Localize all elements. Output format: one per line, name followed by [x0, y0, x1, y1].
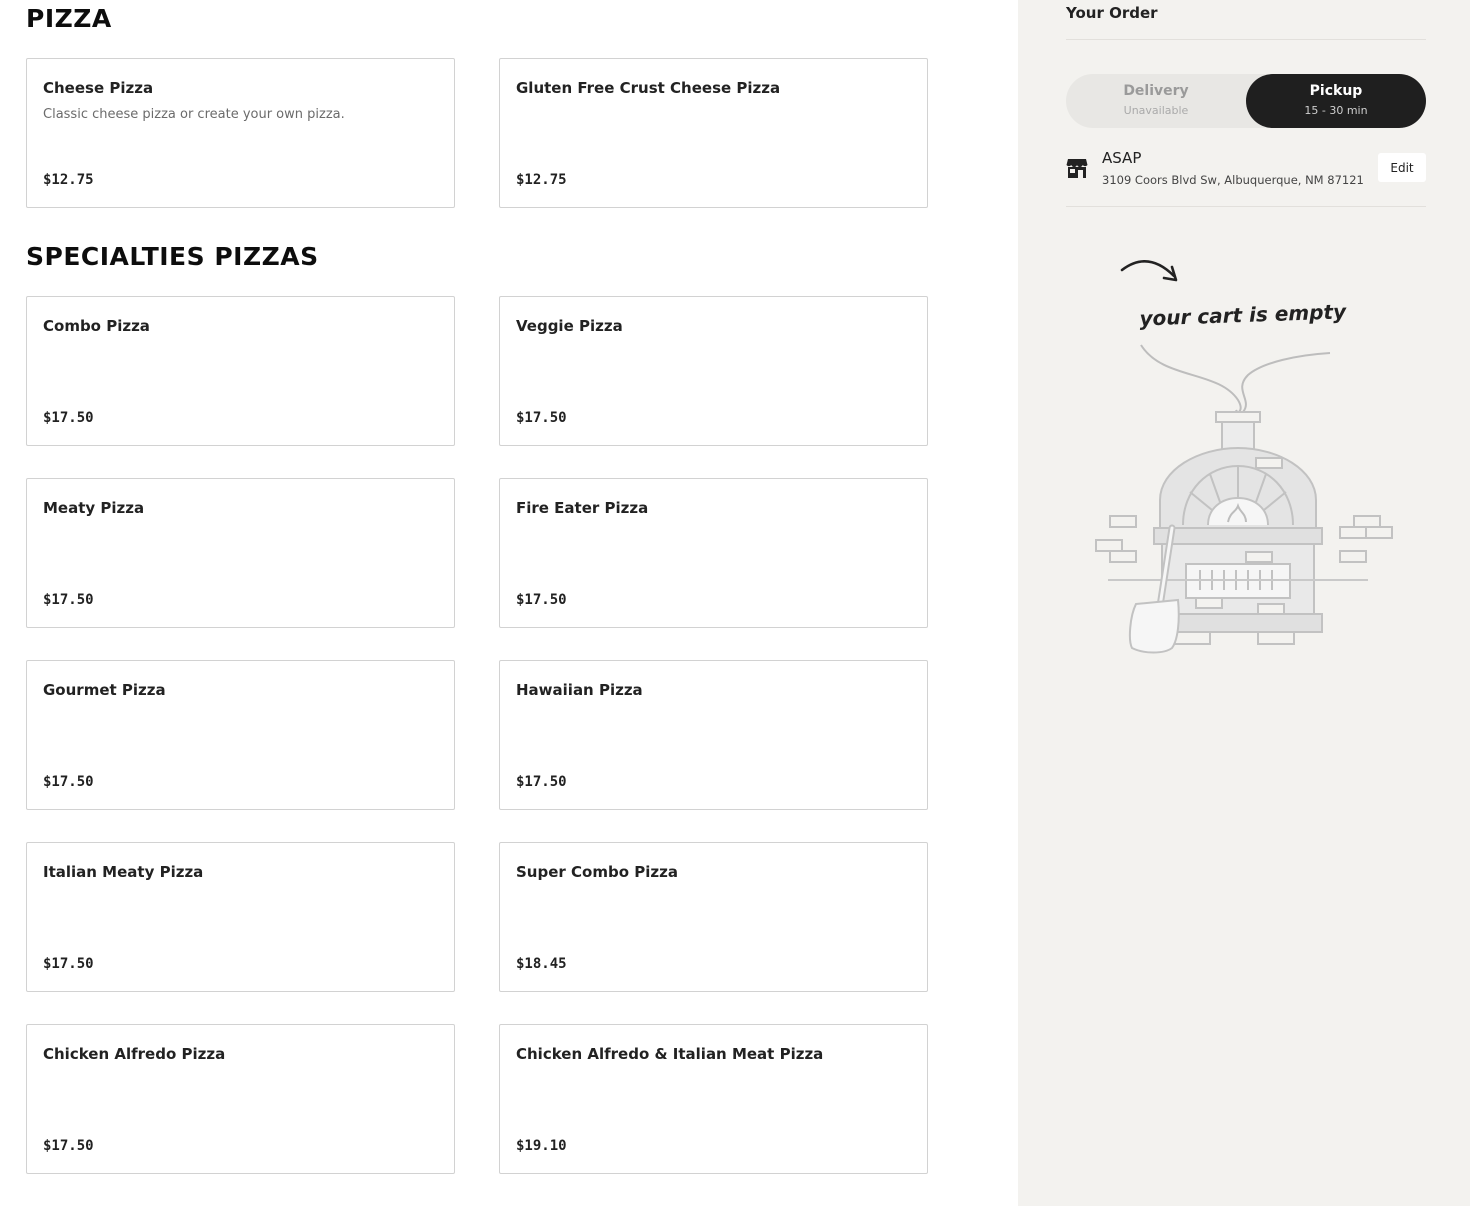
- menu-item-card[interactable]: Meaty Pizza $17.50: [26, 478, 455, 628]
- menu-list: PIZZA Cheese Pizza Classic cheese pizza …: [0, 0, 1018, 1206]
- menu-item-card[interactable]: Cheese Pizza Classic cheese pizza or cre…: [26, 58, 455, 208]
- item-price: $17.50: [516, 592, 567, 608]
- pickup-time-label: ASAP: [1102, 149, 1142, 167]
- item-price: $17.50: [516, 410, 567, 426]
- item-price: $12.75: [43, 172, 94, 188]
- order-title: Your Order: [1066, 4, 1158, 22]
- menu-item-card[interactable]: Chicken Alfredo Pizza $17.50: [26, 1024, 455, 1174]
- section-title-specialties: SPECIALTIES PIZZAS: [26, 242, 319, 271]
- menu-item-card[interactable]: Italian Meaty Pizza $17.50: [26, 842, 455, 992]
- item-price: $17.50: [43, 1138, 94, 1154]
- item-name: Combo Pizza: [43, 317, 150, 335]
- delivery-status: Unavailable: [1123, 104, 1189, 117]
- menu-item-card[interactable]: Combo Pizza $17.50: [26, 296, 455, 446]
- menu-item-card[interactable]: Gluten Free Crust Cheese Pizza $12.75: [499, 58, 928, 208]
- item-price: $17.50: [43, 592, 94, 608]
- delivery-label: Delivery: [1123, 83, 1189, 99]
- pizza-oven-illustration: your cart is empty: [1095, 260, 1393, 654]
- empty-cart-message: your cart is empty: [1139, 299, 1347, 330]
- item-price: $18.45: [516, 956, 567, 972]
- item-price: $17.50: [43, 410, 94, 426]
- menu-item-card[interactable]: Chicken Alfredo & Italian Meat Pizza $19…: [499, 1024, 928, 1174]
- item-name: Meaty Pizza: [43, 499, 145, 517]
- fulfillment-toggle: Delivery Unavailable Pickup 15 - 30 min: [1066, 74, 1426, 128]
- item-name: Super Combo Pizza: [516, 863, 678, 881]
- edit-button[interactable]: Edit: [1378, 153, 1426, 182]
- menu-item-card[interactable]: Gourmet Pizza $17.50: [26, 660, 455, 810]
- pickup-label: Pickup: [1309, 83, 1363, 99]
- divider: [1066, 39, 1426, 40]
- menu-item-card[interactable]: Fire Eater Pizza $17.50: [499, 478, 928, 628]
- divider: [1066, 206, 1426, 207]
- item-price: $17.50: [43, 956, 94, 972]
- item-name: Gluten Free Crust Cheese Pizza: [516, 79, 781, 97]
- item-name: Gourmet Pizza: [43, 681, 166, 699]
- menu-item-card[interactable]: Hawaiian Pizza $17.50: [499, 660, 928, 810]
- order-sidebar: Your Order Delivery Unavailable Pickup 1…: [1018, 0, 1470, 1206]
- item-name: Chicken Alfredo Pizza: [43, 1045, 226, 1063]
- section-title-pizza: PIZZA: [26, 4, 112, 33]
- item-name: Chicken Alfredo & Italian Meat Pizza: [516, 1045, 824, 1063]
- item-name: Hawaiian Pizza: [516, 681, 643, 699]
- item-name: Fire Eater Pizza: [516, 499, 649, 517]
- item-name: Cheese Pizza: [43, 79, 154, 97]
- item-price: $17.50: [516, 774, 567, 790]
- pickup-option[interactable]: Pickup 15 - 30 min: [1246, 74, 1426, 128]
- item-name: Italian Meaty Pizza: [43, 863, 204, 881]
- item-price: $12.75: [516, 172, 567, 188]
- item-description: Classic cheese pizza or create your own …: [43, 107, 345, 122]
- menu-item-card[interactable]: Super Combo Pizza $18.45: [499, 842, 928, 992]
- item-name: Veggie Pizza: [516, 317, 623, 335]
- pickup-time: 15 - 30 min: [1304, 104, 1368, 117]
- item-price: $19.10: [516, 1138, 567, 1154]
- menu-item-card[interactable]: Veggie Pizza $17.50: [499, 296, 928, 446]
- storefront-icon: [1066, 159, 1088, 178]
- store-address: 3109 Coors Blvd Sw, Albuquerque, NM 8712…: [1102, 173, 1364, 187]
- item-price: $17.50: [43, 774, 94, 790]
- delivery-option[interactable]: Delivery Unavailable: [1066, 74, 1246, 128]
